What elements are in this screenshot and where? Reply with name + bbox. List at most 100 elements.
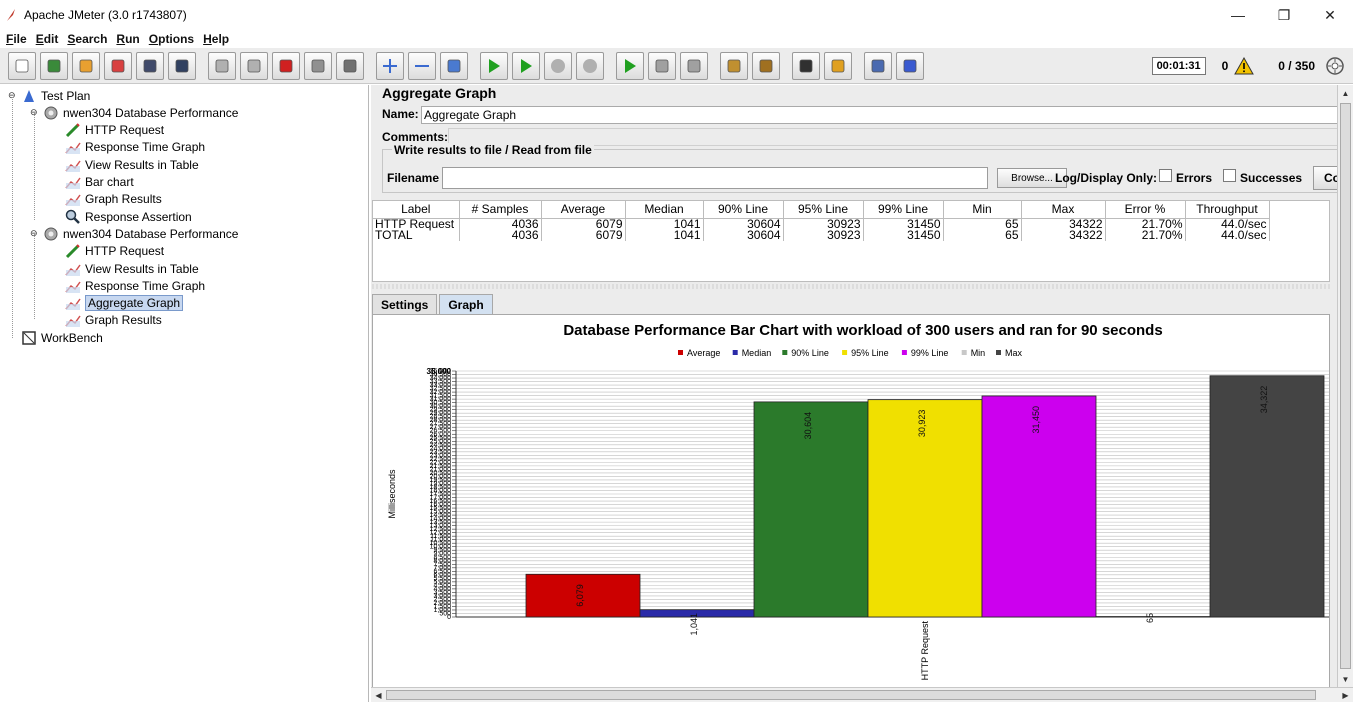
tree-expander-icon[interactable]: ⊖ xyxy=(30,107,40,118)
save-button[interactable] xyxy=(136,51,164,80)
templates-button[interactable] xyxy=(40,51,68,80)
file-group: Write results to file / Read from file F… xyxy=(382,143,1353,193)
column-header[interactable]: Max xyxy=(1021,201,1106,219)
successes-checkbox[interactable] xyxy=(1223,169,1236,182)
tree-expander-icon[interactable]: ⊖ xyxy=(30,228,40,239)
menu-run[interactable]: Run xyxy=(116,32,139,46)
tree-item-http-request[interactable]: HTTP Request xyxy=(65,122,164,139)
tree-item-view-results-in-table[interactable]: View Results in Table xyxy=(65,156,199,173)
table-cell: TOTAL xyxy=(373,229,460,241)
clear-button[interactable] xyxy=(720,51,748,80)
column-header[interactable]: Min xyxy=(943,201,1022,219)
errors-checkbox[interactable] xyxy=(1159,169,1172,182)
menu-search[interactable]: Search xyxy=(67,32,107,46)
restore-button[interactable]: ❐ xyxy=(1261,0,1307,30)
name-field[interactable]: Aggregate Graph xyxy=(421,106,1351,124)
tree-item-response-time-graph[interactable]: Response Time Graph xyxy=(65,277,205,294)
tree-item-nwen304-database-performance[interactable]: ⊖ nwen304 Database Performance xyxy=(30,225,238,242)
stop-button[interactable] xyxy=(544,51,572,80)
column-header[interactable]: 99% Line xyxy=(863,201,944,219)
reset-search-button[interactable] xyxy=(824,51,852,80)
column-header[interactable]: Average xyxy=(541,201,626,219)
scroll-right-icon[interactable]: ▶ xyxy=(1338,688,1353,702)
help-button[interactable] xyxy=(896,51,924,80)
copy-button[interactable] xyxy=(304,51,332,80)
tree-item-aggregate-graph[interactable]: Aggregate Graph xyxy=(65,295,184,312)
function-helper-button[interactable] xyxy=(864,51,892,80)
column-header[interactable]: Throughput xyxy=(1185,201,1270,219)
tree-item-label: nwen304 Database Performance xyxy=(63,226,239,241)
undo-button[interactable] xyxy=(208,51,236,80)
minimize-button[interactable]: — xyxy=(1215,0,1261,30)
close-window-button[interactable]: ✕ xyxy=(1307,0,1353,30)
data-label: 65 xyxy=(1145,613,1155,623)
start-no-pause-button[interactable] xyxy=(512,51,540,80)
legend-swatch xyxy=(842,350,848,355)
save-as-button[interactable] xyxy=(168,51,196,80)
column-header[interactable]: 95% Line xyxy=(783,201,864,219)
clear-all-button[interactable] xyxy=(752,51,780,80)
tree-item-graph-results[interactable]: Graph Results xyxy=(65,191,162,208)
tree-item-view-results-in-table[interactable]: View Results in Table xyxy=(65,260,199,277)
shutdown-button[interactable] xyxy=(576,51,604,80)
menu-help[interactable]: Help xyxy=(203,32,229,46)
search-button[interactable] xyxy=(792,51,820,80)
horizontal-scrollbar[interactable]: ◀ ▶ xyxy=(371,687,1353,702)
table-row[interactable]: TOTAL 4036 6079 1041 30604 30923 31450 65 34322 2… xyxy=(373,229,1270,241)
tree-item-workbench[interactable]: WorkBench xyxy=(21,329,103,346)
vertical-scroll-thumb[interactable] xyxy=(1340,103,1351,669)
results-table[interactable]: Label # Samples Average Median 90% Line 95% L… xyxy=(372,200,1330,282)
scroll-down-icon[interactable]: ▼ xyxy=(1338,671,1353,687)
warning-icon[interactable] xyxy=(1234,57,1255,75)
vertical-scrollbar[interactable]: ▲ ▼ xyxy=(1337,85,1353,687)
expand-button[interactable] xyxy=(376,51,404,80)
column-header[interactable]: 90% Line xyxy=(703,201,784,219)
column-header[interactable]: Error % xyxy=(1105,201,1186,219)
column-header[interactable]: # Samples xyxy=(459,201,542,219)
menu-edit[interactable]: Edit xyxy=(36,32,59,46)
scroll-left-icon[interactable]: ◀ xyxy=(371,688,386,702)
scroll-up-icon[interactable]: ▲ xyxy=(1338,85,1353,101)
cut-button[interactable] xyxy=(272,51,300,80)
paste-button[interactable] xyxy=(336,51,364,80)
jmeter-feather-icon xyxy=(7,9,15,21)
legend-entry: Average xyxy=(687,348,720,358)
tree-item-test-plan[interactable]: ⊖ Test Plan xyxy=(8,87,90,104)
tree-item-bar-chart[interactable]: Bar chart xyxy=(65,174,134,191)
start-button[interactable] xyxy=(480,51,508,80)
close-button[interactable] xyxy=(104,51,132,80)
table-row[interactable]: HTTP Request 4036 6079 1041 30604 30923 31450 6… xyxy=(373,218,1270,230)
tree-expander-icon[interactable]: ⊖ xyxy=(8,90,18,101)
toggle-button[interactable] xyxy=(440,51,468,80)
new-icon xyxy=(15,59,29,72)
tab-graph[interactable]: Graph xyxy=(439,294,493,314)
window-title: Apache JMeter (3.0 r1743807) xyxy=(24,8,187,22)
collapse-button[interactable] xyxy=(408,51,436,80)
toolbar: 00:01:31 0 0 / 350 xyxy=(0,48,1353,84)
data-label: 30,604 xyxy=(803,412,813,440)
column-header[interactable]: Label xyxy=(373,201,460,219)
menu-options[interactable]: Options xyxy=(149,32,194,46)
menu-file[interactable]: File xyxy=(6,32,27,46)
tree-item-http-request[interactable]: HTTP Request xyxy=(65,243,164,260)
remote-stop-button[interactable] xyxy=(648,51,676,80)
tree-item-response-time-graph[interactable]: Response Time Graph xyxy=(65,139,205,156)
column-header[interactable]: Median xyxy=(625,201,704,219)
horizontal-scroll-thumb[interactable] xyxy=(386,690,1316,700)
legend-entry: 90% Line xyxy=(791,348,829,358)
remote-start-button[interactable] xyxy=(616,51,644,80)
redo-button[interactable] xyxy=(240,51,268,80)
tree-item-graph-results[interactable]: Graph Results xyxy=(65,312,162,329)
tree-item-response-assertion[interactable]: Response Assertion xyxy=(65,208,192,225)
open-button[interactable] xyxy=(72,51,100,80)
filename-input[interactable] xyxy=(442,167,988,189)
open-icon xyxy=(79,59,93,72)
tree-item-nwen304-database-performance[interactable]: ⊖ nwen304 Database Performance xyxy=(30,104,238,121)
tree-guide-line xyxy=(34,113,35,220)
new-button[interactable] xyxy=(8,51,36,80)
tree-item-label: WorkBench xyxy=(41,330,103,345)
test-plan-tree[interactable]: ⊖ Test Plan ⊖ nwen304 Database Performance H… xyxy=(0,85,369,702)
remote-shutdown-button[interactable] xyxy=(680,51,708,80)
tab-settings[interactable]: Settings xyxy=(372,294,438,314)
split-pane-divider[interactable] xyxy=(372,284,1330,289)
